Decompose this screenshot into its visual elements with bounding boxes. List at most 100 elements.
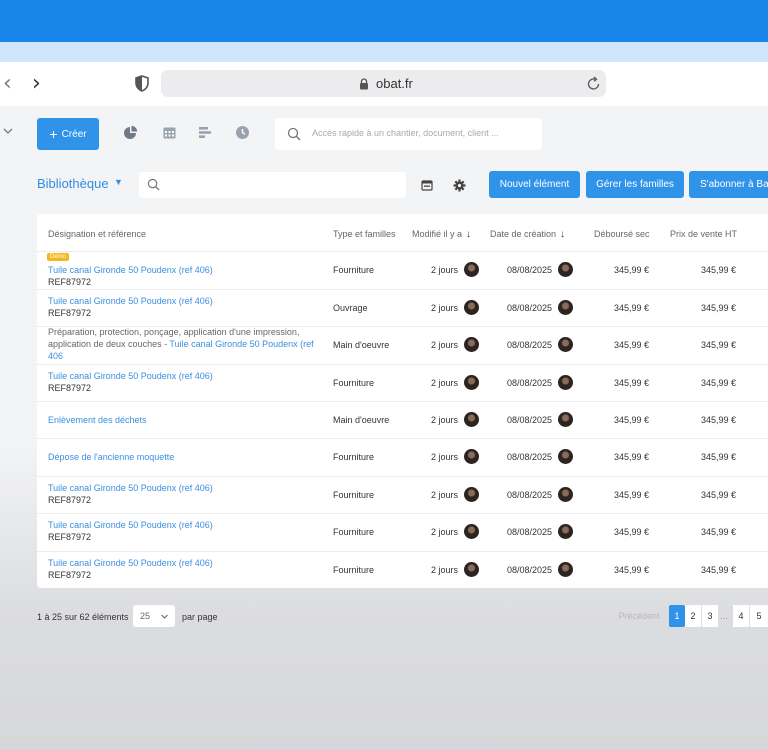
pagination-ellipsis: ... — [720, 611, 728, 621]
avatar — [464, 262, 479, 277]
item-type: Fourniture — [333, 265, 375, 275]
item-description-line: application de deux couches - Tuile cana… — [48, 339, 314, 349]
item-created: 08/08/2025 — [507, 452, 553, 462]
item-designation[interactable]: Tuile canal Gironde 50 Poudenx (ref 406) — [48, 483, 213, 493]
avatar — [464, 375, 479, 390]
sort-down-icon[interactable]: ↓ — [466, 229, 471, 240]
item-type: Fourniture — [333, 565, 375, 575]
item-cost: 345,99 € — [614, 378, 650, 388]
item-modified: 2 jours — [431, 303, 459, 313]
item-type: Main d'oeuvre — [333, 340, 390, 350]
shield-icon[interactable] — [134, 75, 150, 92]
chevron-down-icon[interactable] — [2, 125, 14, 137]
page-button-5[interactable]: 5 — [750, 605, 768, 627]
page-button-4[interactable]: 4 — [733, 605, 749, 627]
table-row[interactable]: Démo Tuile canal Gironde 50 Poudenx (ref… — [37, 252, 768, 290]
column-header-modified-label: Modifié il y a — [412, 229, 463, 239]
item-type: Main d'oeuvre — [333, 415, 390, 425]
item-designation[interactable]: Tuile canal Gironde 50 Poudenx (ref 406) — [48, 296, 213, 306]
per-page-select[interactable]: 25 — [133, 605, 175, 627]
item-price: 345,99 € — [701, 265, 737, 275]
sort-down-icon[interactable]: ↓ — [560, 229, 565, 240]
calendar-filter-icon[interactable] — [421, 179, 433, 191]
create-button[interactable]: + Créer — [37, 118, 99, 150]
item-modified: 2 jours — [431, 565, 459, 575]
avatar — [558, 300, 573, 315]
item-created: 08/08/2025 — [507, 378, 553, 388]
previous-page-button[interactable]: Précédent — [612, 605, 666, 627]
manage-families-button[interactable]: Gérer les familles — [586, 171, 684, 198]
item-created: 08/08/2025 — [507, 303, 553, 313]
item-designation[interactable]: Tuile canal Gironde 50 Poudenx (ref 406) — [48, 371, 213, 381]
item-price: 345,99 € — [701, 452, 737, 462]
column-header-designation[interactable]: Désignation et référence — [48, 229, 146, 239]
table-row[interactable]: Dépose de l'ancienne moquette Fourniture… — [37, 439, 768, 477]
clock-icon[interactable] — [235, 125, 250, 140]
item-created: 08/08/2025 — [507, 265, 553, 275]
search-icon — [287, 127, 301, 141]
table-row[interactable]: Enlèvement des déchets Main d'oeuvre 2 j… — [37, 402, 768, 439]
back-icon[interactable]: ‹ — [3, 72, 12, 96]
table-row[interactable]: Tuile canal Gironde 50 Poudenx (ref 406)… — [37, 365, 768, 402]
avatar — [464, 524, 479, 539]
avatar — [558, 562, 573, 577]
item-reference: REF87972 — [48, 495, 92, 505]
browser-top-band — [0, 0, 768, 62]
column-header-price[interactable]: Prix de vente HT — [670, 229, 737, 239]
new-element-button[interactable]: Nouvel élément — [489, 171, 580, 198]
item-modified: 2 jours — [431, 378, 459, 388]
gantt-icon[interactable] — [198, 125, 213, 140]
item-modified: 2 jours — [431, 490, 459, 500]
forward-icon[interactable]: › — [32, 72, 41, 96]
column-header-cost[interactable]: Déboursé sec — [594, 229, 650, 239]
item-description-prefix: application de deux couches - — [48, 339, 170, 349]
item-cost: 345,99 € — [614, 490, 650, 500]
avatar — [558, 375, 573, 390]
table-row[interactable]: Préparation, protection, ponçage, applic… — [37, 327, 768, 365]
library-search-input[interactable] — [139, 172, 406, 198]
table-row[interactable]: Tuile canal Gironde 50 Poudenx (ref 406)… — [37, 477, 768, 514]
item-modified: 2 jours — [431, 452, 459, 462]
table-row[interactable]: Tuile canal Gironde 50 Poudenx (ref 406)… — [37, 290, 768, 327]
item-designation[interactable]: Enlèvement des déchets — [48, 415, 147, 425]
item-created: 08/08/2025 — [507, 565, 553, 575]
avatar — [558, 524, 573, 539]
item-type: Fourniture — [333, 452, 375, 462]
page-title[interactable]: Bibliothèque — [37, 176, 109, 191]
reload-icon[interactable] — [586, 76, 601, 91]
column-header-modified[interactable]: Modifié il y a ↓ — [412, 229, 471, 240]
item-reference: REF87972 — [48, 383, 92, 393]
item-designation[interactable]: Tuile canal Gironde 50 Poudenx (ref 406) — [48, 520, 213, 530]
avatar — [558, 487, 573, 502]
page-button-2[interactable]: 2 — [685, 605, 701, 627]
item-type: Ouvrage — [333, 303, 368, 313]
column-header-type[interactable]: Type et familles — [333, 229, 396, 239]
pie-chart-icon[interactable] — [123, 125, 138, 140]
item-reference: REF87972 — [48, 532, 92, 542]
page-button-3[interactable]: 3 — [702, 605, 718, 627]
item-created: 08/08/2025 — [507, 415, 553, 425]
column-header-created[interactable]: Date de création ↓ — [490, 229, 565, 240]
item-modified: 2 jours — [431, 527, 459, 537]
item-designation[interactable]: Tuile canal Gironde 50 Poudenx (ref — [169, 339, 313, 349]
table-row[interactable]: Tuile canal Gironde 50 Poudenx (ref 406)… — [37, 514, 768, 552]
avatar — [558, 337, 573, 352]
item-cost: 345,99 € — [614, 265, 650, 275]
item-created: 08/08/2025 — [507, 340, 553, 350]
item-modified: 2 jours — [431, 415, 459, 425]
item-cost: 345,99 € — [614, 340, 650, 350]
item-price: 345,99 € — [701, 527, 737, 537]
gear-icon[interactable] — [453, 179, 466, 192]
avatar — [558, 262, 573, 277]
item-designation[interactable]: Dépose de l'ancienne moquette — [48, 452, 174, 462]
item-designation[interactable]: Tuile canal Gironde 50 Poudenx (ref 406) — [48, 265, 213, 275]
page-button-1[interactable]: 1 — [669, 605, 685, 627]
calendar-icon[interactable] — [162, 125, 177, 140]
item-designation[interactable]: Tuile canal Gironde 50 Poudenx (ref 406) — [48, 558, 213, 568]
caret-down-icon[interactable]: ▼ — [114, 177, 123, 187]
item-price: 345,99 € — [701, 565, 737, 575]
item-designation-continued[interactable]: 406 — [48, 351, 63, 361]
quick-search-input[interactable]: Accès rapide à un chantier, document, cl… — [275, 118, 542, 150]
subscribe-button[interactable]: S'abonner à Bat — [689, 171, 768, 198]
table-row[interactable]: Tuile canal Gironde 50 Poudenx (ref 406)… — [37, 552, 768, 588]
